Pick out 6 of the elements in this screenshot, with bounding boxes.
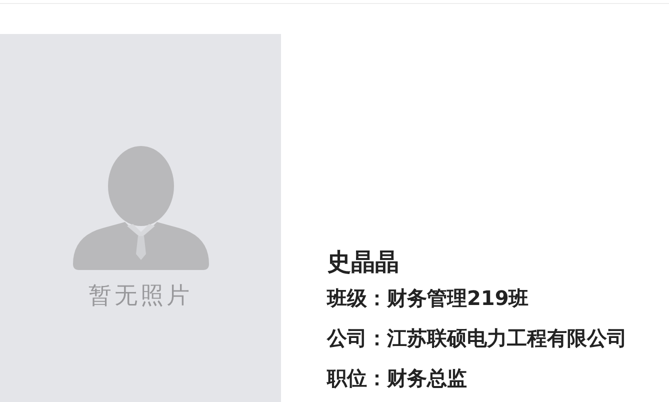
person-name: 史晶晶 xyxy=(327,247,400,278)
person-silhouette-icon xyxy=(72,146,208,270)
no-photo-label: 暂无照片 xyxy=(88,282,192,311)
profile-detail: 公司：江苏联硕电力工程有限公司 xyxy=(327,325,627,352)
profile-detail: 班级：财务管理219班 xyxy=(327,285,530,312)
profile-detail: 职位：财务总监 xyxy=(327,365,468,392)
